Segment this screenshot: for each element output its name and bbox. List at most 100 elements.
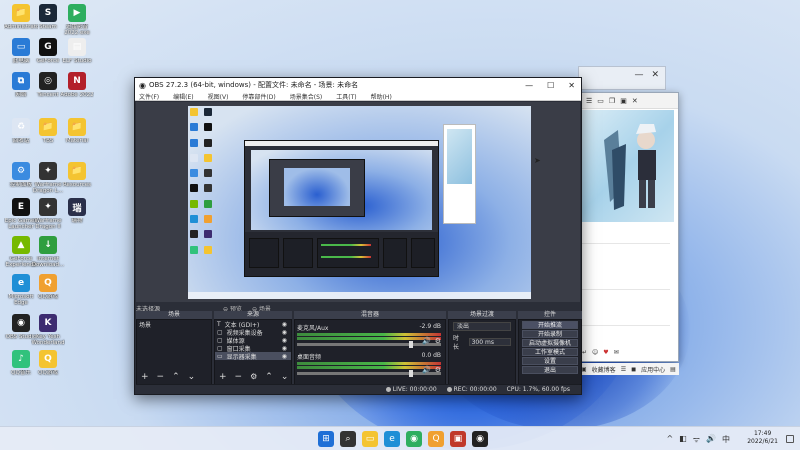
studio-mode-button[interactable]: 工作室模式 <box>522 348 578 356</box>
desktop-icon[interactable]: Q QQ游戏 <box>31 274 65 300</box>
move-up-icon[interactable]: ⌃ <box>265 372 273 382</box>
list-icon[interactable]: ☰ <box>621 366 626 373</box>
scene-item[interactable]: 场景 <box>137 320 211 329</box>
window-title: OBS 27.2.3 (64-bit, windows) - 配置文件: 未命名… <box>148 81 359 89</box>
desktop-icon[interactable]: 📁 Resources <box>60 162 94 188</box>
rec-indicator-icon <box>446 387 452 392</box>
start-recording-button[interactable]: 开始录制 <box>522 330 578 338</box>
transitions-dock-title: 场景过渡 <box>448 311 516 319</box>
menu-edit[interactable]: 编辑(E) <box>173 92 193 101</box>
add-icon[interactable]: + <box>219 372 227 382</box>
preview-canvas[interactable] <box>136 102 580 302</box>
move-down-icon[interactable]: ⌄ <box>281 372 289 382</box>
gear-icon[interactable]: ⚙ <box>250 372 257 382</box>
move-up-icon[interactable]: ⌃ <box>172 372 180 382</box>
tray-overflow-icon[interactable]: ^ <box>666 434 673 445</box>
app-center-link[interactable]: 应用中心 <box>641 365 665 374</box>
mail-icon[interactable]: ✉ <box>614 349 619 356</box>
speaker-icon[interactable]: 🔊 <box>422 337 431 345</box>
add-icon[interactable]: + <box>141 372 149 382</box>
menu-icon[interactable]: ☰ <box>586 97 592 105</box>
favorites-link[interactable]: 收藏博客 <box>592 365 616 374</box>
visibility-icon[interactable]: ◉ <box>282 329 287 336</box>
menu-docks[interactable]: 停靠部件(D) <box>242 92 275 101</box>
menu-help[interactable]: 帮助(H) <box>371 92 392 101</box>
desktop-icon[interactable]: ▶ 迅雷影音 2022.exe <box>60 4 94 36</box>
taskbar-app-icon[interactable]: ▣ <box>450 431 466 447</box>
window-icon[interactable]: ▣ <box>620 97 627 105</box>
desktop-icon-label: QQ游戏 <box>38 294 58 300</box>
desktop-icon[interactable]: ↓ Internet Download... <box>31 236 65 268</box>
obs-docks: 未选择源 场景 场景 + − ⌃ ⌄ 来源 T 文本 (GDI+) ◉ ▢ 视频采集设备… <box>136 306 582 385</box>
desktop-icon[interactable]: 📁 Material <box>60 118 94 144</box>
transition-select[interactable]: 淡出 <box>453 322 511 331</box>
taskbar-app-icon[interactable]: ▭ <box>362 431 378 447</box>
volume-icon[interactable]: 🔊 <box>706 434 716 445</box>
app-icon[interactable]: ◼ <box>631 366 636 373</box>
speaker-icon[interactable]: 🔊 <box>422 366 431 374</box>
close-icon[interactable]: ✕ <box>651 70 659 80</box>
maximize-button[interactable]: ☐ <box>547 81 554 90</box>
visibility-icon[interactable]: ◉ <box>282 345 287 352</box>
taskbar-app-icon[interactable]: Q <box>428 431 444 447</box>
start-streaming-button[interactable]: 开始推流 <box>522 321 578 329</box>
minimize-icon[interactable]: — <box>634 70 643 80</box>
start-virtual-camera-button[interactable]: 启动虚拟摄像机 <box>522 339 578 347</box>
divider <box>582 289 670 290</box>
remove-icon[interactable]: − <box>157 372 165 382</box>
desktop-icon[interactable]: K Key Yesh Wonderland <box>31 314 65 346</box>
tab-icon[interactable]: ▭ <box>597 97 604 105</box>
visibility-icon[interactable]: ◉ <box>282 321 287 328</box>
taskbar-app-icon[interactable]: ◉ <box>406 431 422 447</box>
cpu-fps: CPU: 1.7%, 60.00 fps <box>506 386 570 393</box>
close-icon[interactable]: ✕ <box>632 97 638 105</box>
notification-icon[interactable] <box>786 435 794 443</box>
duration-input[interactable]: 300 ms <box>468 338 511 346</box>
emoji-icon[interactable]: ☺ <box>592 349 598 356</box>
ime-indicator[interactable]: 中 <box>722 434 730 445</box>
app-icon: Q <box>39 274 57 292</box>
app-icon: G <box>39 38 57 56</box>
app-icon: 📁 <box>68 118 86 136</box>
preview-desktop-icons <box>190 108 214 258</box>
menu-tools[interactable]: 工具(T) <box>336 92 356 101</box>
exit-button[interactable]: 退出 <box>522 366 578 374</box>
app-icon: 📁 <box>12 4 30 22</box>
enter-icon[interactable]: ↵ <box>582 349 587 356</box>
desktop-icon[interactable]: ▤ ELF Studio <box>60 38 94 64</box>
app-icon: ↓ <box>39 236 57 254</box>
clock-time: 17:49 <box>753 430 772 437</box>
remove-icon[interactable]: − <box>235 372 243 382</box>
menu-scene-collection[interactable]: 场景集合(S) <box>290 92 323 101</box>
obs-window[interactable]: ◉ OBS 27.2.3 (64-bit, windows) - 配置文件: 未… <box>134 77 582 395</box>
menu-file[interactable]: 文件(F) <box>139 92 159 101</box>
clock[interactable]: 17:49 2022/6/21 <box>747 430 778 446</box>
close-button[interactable]: ✕ <box>568 81 575 90</box>
grid-icon[interactable]: ▤ <box>670 366 676 373</box>
volume-slider[interactable] <box>297 370 441 377</box>
app-icon: K <box>39 314 57 332</box>
volume-slider[interactable] <box>297 341 441 348</box>
app-icon: ▶ <box>68 4 86 22</box>
gear-icon[interactable]: ⚙ <box>435 366 441 374</box>
menu-view[interactable]: 视图(V) <box>208 92 229 101</box>
taskbar-app-icon[interactable]: ◉ <box>472 431 488 447</box>
source-item[interactable]: ▭ 显示器采集 ◉ <box>215 352 291 361</box>
gear-icon[interactable]: ⚙ <box>435 337 441 345</box>
taskbar-app-icon[interactable]: ⊞ <box>318 431 334 447</box>
visibility-icon[interactable]: ◉ <box>282 337 287 344</box>
tray-app-icon[interactable]: ◧ <box>679 434 687 445</box>
minimize-button[interactable]: — <box>525 81 533 90</box>
taskbar-app-icon[interactable]: e <box>384 431 400 447</box>
heart-icon[interactable]: ♥ <box>603 349 608 356</box>
source-type-icon: ▢ <box>217 344 223 352</box>
desktop-icon[interactable]: 瑞瑞物 <box>60 198 94 224</box>
settings-button[interactable]: 设置 <box>522 357 578 365</box>
desktop-icon[interactable]: Q QQ游戏 <box>31 350 65 376</box>
network-icon[interactable]: ᯤ <box>693 434 700 445</box>
desktop-icon[interactable]: N Adobe 2022 <box>60 72 94 98</box>
taskbar-app-icon[interactable]: ⌕ <box>340 431 356 447</box>
move-down-icon[interactable]: ⌄ <box>188 372 196 382</box>
visibility-icon[interactable]: ◉ <box>282 353 287 360</box>
restore-icon[interactable]: ❐ <box>609 97 615 105</box>
